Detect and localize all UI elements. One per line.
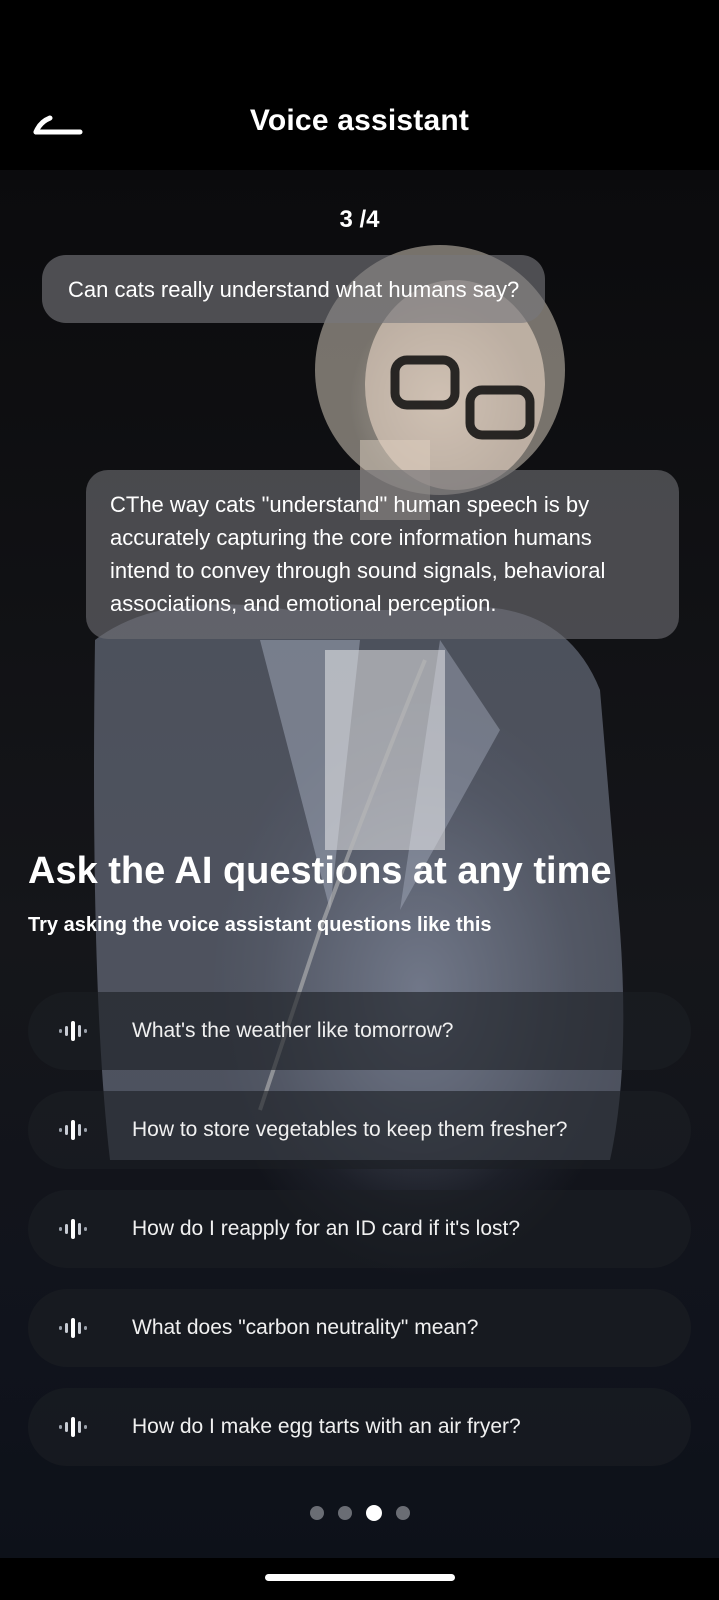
- page-dot-2[interactable]: [337, 1506, 352, 1520]
- suggestion-item[interactable]: What's the weather like tomorrow?: [28, 992, 691, 1070]
- question-bubble: Can cats really understand what humans s…: [42, 255, 546, 323]
- voice-wave-icon: [59, 1318, 87, 1338]
- suggestion-text: How to store vegetables to keep them fre…: [132, 1118, 568, 1141]
- app-header: Voice assistant: [0, 0, 719, 170]
- suggestion-text: What's the weather like tomorrow?: [132, 1019, 454, 1042]
- headline: Ask the AI questions at any time: [28, 850, 612, 892]
- page-indicator: [0, 1505, 719, 1521]
- voice-wave-icon: [59, 1021, 87, 1041]
- page-dot-1[interactable]: [309, 1506, 324, 1520]
- suggestion-item[interactable]: How do I make egg tarts with an air frye…: [28, 1388, 691, 1466]
- page-counter: 3 /4: [339, 206, 380, 233]
- suggestion-item[interactable]: How to store vegetables to keep them fre…: [28, 1091, 691, 1169]
- voice-wave-icon: [59, 1219, 87, 1239]
- suggestion-item[interactable]: How do I reapply for an ID card if it's …: [28, 1190, 691, 1268]
- voice-wave-icon: [59, 1120, 87, 1140]
- answer-bubble: CThe way cats "understand" human speech …: [86, 470, 679, 639]
- suggestion-text: How do I reapply for an ID card if it's …: [132, 1217, 521, 1240]
- page-dot-4[interactable]: [395, 1506, 410, 1520]
- home-indicator[interactable]: [265, 1574, 455, 1581]
- subheadline: Try asking the voice assistant questions…: [28, 914, 492, 936]
- page-dot-3-active[interactable]: [365, 1505, 382, 1521]
- page-title: Voice assistant: [249, 104, 470, 137]
- suggestion-list: What's the weather like tomorrow? How to…: [28, 992, 691, 1487]
- voice-wave-icon: [59, 1417, 87, 1437]
- system-nav-bar: [0, 1558, 719, 1600]
- suggestion-text: How do I make egg tarts with an air frye…: [132, 1415, 521, 1438]
- suggestion-text: What does "carbon neutrality" mean?: [132, 1316, 479, 1339]
- suggestion-item[interactable]: What does "carbon neutrality" mean?: [28, 1289, 691, 1367]
